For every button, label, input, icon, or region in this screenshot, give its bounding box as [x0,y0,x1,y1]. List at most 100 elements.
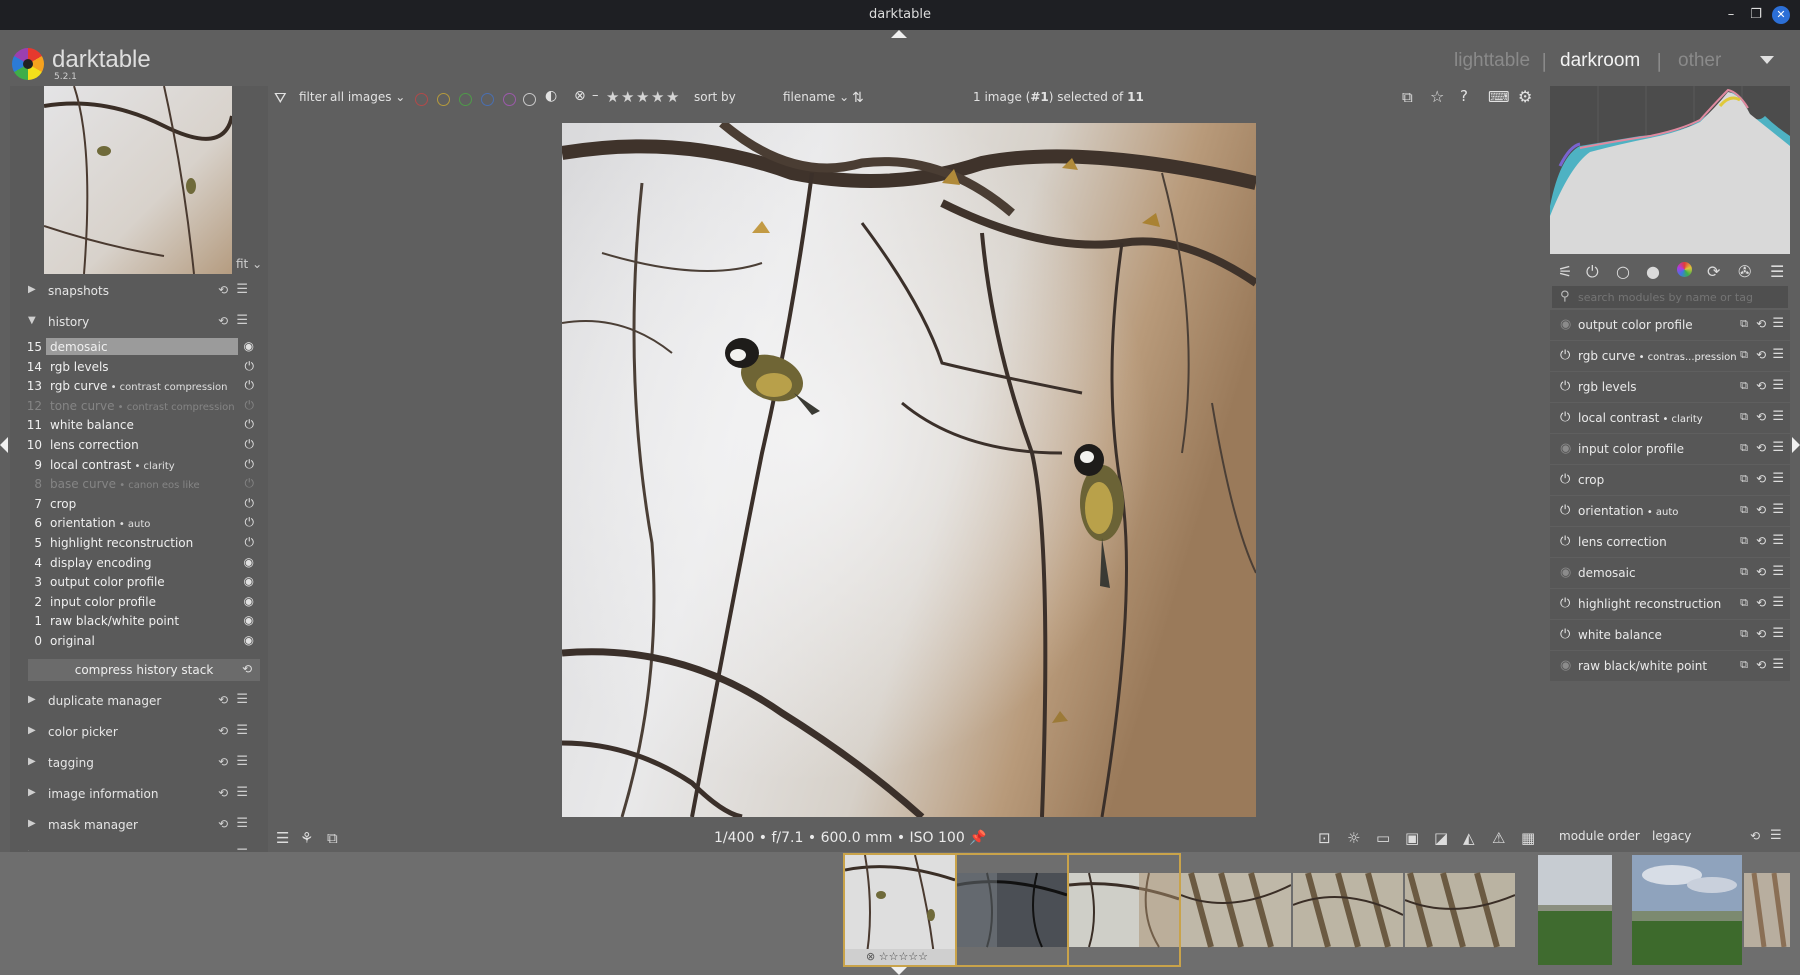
reset-icon[interactable]: ⟲ [218,283,228,297]
power-icon[interactable]: ⏻ [1560,534,1570,549]
section-duplicate-manager[interactable]: ▶ duplicate manager ⟲ ☰ [14,686,262,716]
multi-instance-icon[interactable]: ⧉ [1740,503,1748,517]
sort-select[interactable]: filename ⌄ [783,90,849,104]
presets-menu-icon[interactable]: ☰ [1772,409,1784,424]
multi-instance-icon[interactable]: ⧉ [1740,317,1748,331]
compress-history-button[interactable]: compress history stack [28,659,260,681]
filmstrip-thumb[interactable] [1405,855,1515,965]
history-item[interactable]: 14 rgb levels ⏻ [20,357,264,377]
raw-overexposed-icon[interactable]: ◪ [1434,829,1448,847]
history-item[interactable]: 12 tone curve • contrast compression ⏻ [20,396,264,416]
module-local-contrast[interactable]: ⏻ local contrast • clarity ⧉ ⟲ ☰ [1550,403,1790,434]
view-lighttable[interactable]: lighttable [1454,50,1530,72]
module-lens-correction[interactable]: ⏻ lens correction ⧉ ⟲ ☰ [1550,527,1790,558]
star-icon[interactable]: ★ [636,88,649,106]
warning-icon[interactable]: ⚠ [1492,829,1505,847]
multi-instance-icon[interactable]: ⧉ [1740,379,1748,393]
power-icon[interactable]: ◉ [1560,658,1571,673]
filmstrip-thumb[interactable] [1632,855,1742,965]
right-panel-toggle-icon[interactable] [1792,437,1800,453]
top-panel-toggle-icon[interactable] [891,30,907,38]
presets-icon[interactable]: ☰ [276,829,289,847]
star-overlay-icon[interactable]: ☆ [1430,87,1444,106]
presets-menu-icon[interactable]: ☰ [236,313,248,328]
filter-icon[interactable]: ⛛ [274,89,287,107]
multi-instance-icon[interactable]: ⧉ [1740,441,1748,455]
presets-menu-icon[interactable]: ☰ [236,282,248,297]
reset-icon[interactable]: ⟲ [1756,534,1766,548]
grouping-icon[interactable]: ⧉ [1402,88,1413,106]
power-icon[interactable]: ◉ [1560,317,1571,332]
history-item[interactable]: 10 lens correction ⏻ [20,435,264,455]
module-white-balance[interactable]: ⏻ white balance ⧉ ⟲ ☰ [1550,620,1790,651]
main-image[interactable] [562,123,1256,817]
bulb-icon[interactable]: ☼ [1347,829,1360,847]
toggle-icon[interactable]: ◐ [545,88,557,104]
history-item[interactable]: 13 rgb curve • contrast compression ⏻ [20,376,264,396]
star-icon[interactable]: ★ [651,88,664,106]
active-modules-icon[interactable]: ⏻ [1586,262,1599,282]
filmstrip-thumb[interactable] [1067,853,1181,967]
menu-icon[interactable]: ☰ [1770,828,1782,843]
softproof-icon[interactable]: ▭ [1376,829,1390,847]
quick-access-icon[interactable]: ⚟ [1558,262,1572,281]
presets-menu-icon[interactable]: ☰ [1772,440,1784,455]
section-export[interactable]: ▶ export ⟲ ☰ [14,841,262,851]
color-group-icon[interactable] [1677,262,1692,281]
focus-peaking-icon[interactable]: ⊡ [1318,829,1331,847]
rating-minus-icon[interactable]: – [592,88,599,103]
minimize-button[interactable]: – [1722,6,1740,24]
reset-icon[interactable]: ⟲ [218,786,228,800]
filter-select[interactable]: all images ⌄ [330,90,405,104]
reset-icon[interactable]: ⟲ [1756,565,1766,579]
maximize-button[interactable]: ❐ [1747,6,1765,24]
color-label-icon[interactable] [437,93,450,106]
multi-instance-icon[interactable]: ⧉ [1740,565,1748,579]
section-tagging[interactable]: ▶ tagging ⟲ ☰ [14,748,262,778]
reset-icon[interactable]: ⟲ [1756,503,1766,517]
module-input-color-profile[interactable]: ◉ input color profile ⧉ ⟲ ☰ [1550,434,1790,465]
section-snapshots[interactable]: ▶ snapshots ⟲ ☰ [14,276,262,306]
module-rgb-curve[interactable]: ⏻ rgb curve • contras...pression ⧉ ⟲ ☰ [1550,341,1790,372]
views-dropdown-icon[interactable] [1760,56,1774,64]
history-item[interactable]: 8 base curve • canon eos like ⏻ [20,474,264,494]
star-icon[interactable]: ★ [666,88,679,106]
presets-menu-icon[interactable]: ☰ [1772,657,1784,672]
multi-instance-icon[interactable]: ⧉ [1740,596,1748,610]
section-image-information[interactable]: ▶ image information ⟲ ☰ [14,779,262,809]
tone-group-icon[interactable]: ● [1646,262,1660,281]
history-item[interactable]: 11 white balance ⏻ [20,415,264,435]
filmstrip-thumb[interactable] [955,853,1069,967]
thumb-rating[interactable]: ⊗ ☆☆☆☆☆ [866,950,928,963]
presets-menu-icon[interactable]: ☰ [236,816,248,831]
reset-icon[interactable]: ⟲ [218,693,228,707]
presets-menu-icon[interactable]: ☰ [1772,347,1784,362]
close-button[interactable]: ✕ [1772,6,1790,24]
module-raw-black-white-point[interactable]: ◉ raw black/white point ⧉ ⟲ ☰ [1550,651,1790,682]
history-item[interactable]: 0 original ◉ [20,631,264,651]
power-icon[interactable]: ⏻ [1560,410,1570,425]
presets-menu-icon[interactable]: ☰ [1772,533,1784,548]
gamut-icon[interactable]: ▣ [1405,829,1419,847]
reset-icon[interactable]: ⟲ [218,817,228,831]
guides-icon[interactable]: ▦ [1521,829,1535,847]
gear-icon[interactable]: ⚙ [1518,87,1532,106]
reset-icon[interactable]: ⟲ [1756,348,1766,362]
module-rgb-levels[interactable]: ⏻ rgb levels ⧉ ⟲ ☰ [1550,372,1790,403]
power-icon[interactable]: ◉ [1560,441,1571,456]
history-item[interactable]: 15 demosaic ◉ [20,337,264,357]
shortcuts-icon[interactable]: ⌨ [1488,88,1510,106]
presets-menu-icon[interactable]: ☰ [1772,626,1784,641]
section-history[interactable]: ▼ history ⟲ ☰ [14,307,262,337]
histogram[interactable] [1550,86,1790,254]
power-icon[interactable]: ⏻ [1560,348,1570,363]
presets-menu-icon[interactable]: ☰ [236,754,248,769]
color-label-icon[interactable] [459,93,472,106]
multi-instance-icon[interactable]: ⧉ [1740,658,1748,672]
presets-menu-icon[interactable]: ☰ [1772,378,1784,393]
module-output-color-profile[interactable]: ◉ output color profile ⧉ ⟲ ☰ [1550,310,1790,341]
module-order-value[interactable]: legacy [1652,829,1691,843]
base-group-icon[interactable]: ○ [1616,262,1630,281]
power-icon[interactable]: ⏻ [1560,596,1570,611]
view-other[interactable]: other [1678,50,1721,72]
